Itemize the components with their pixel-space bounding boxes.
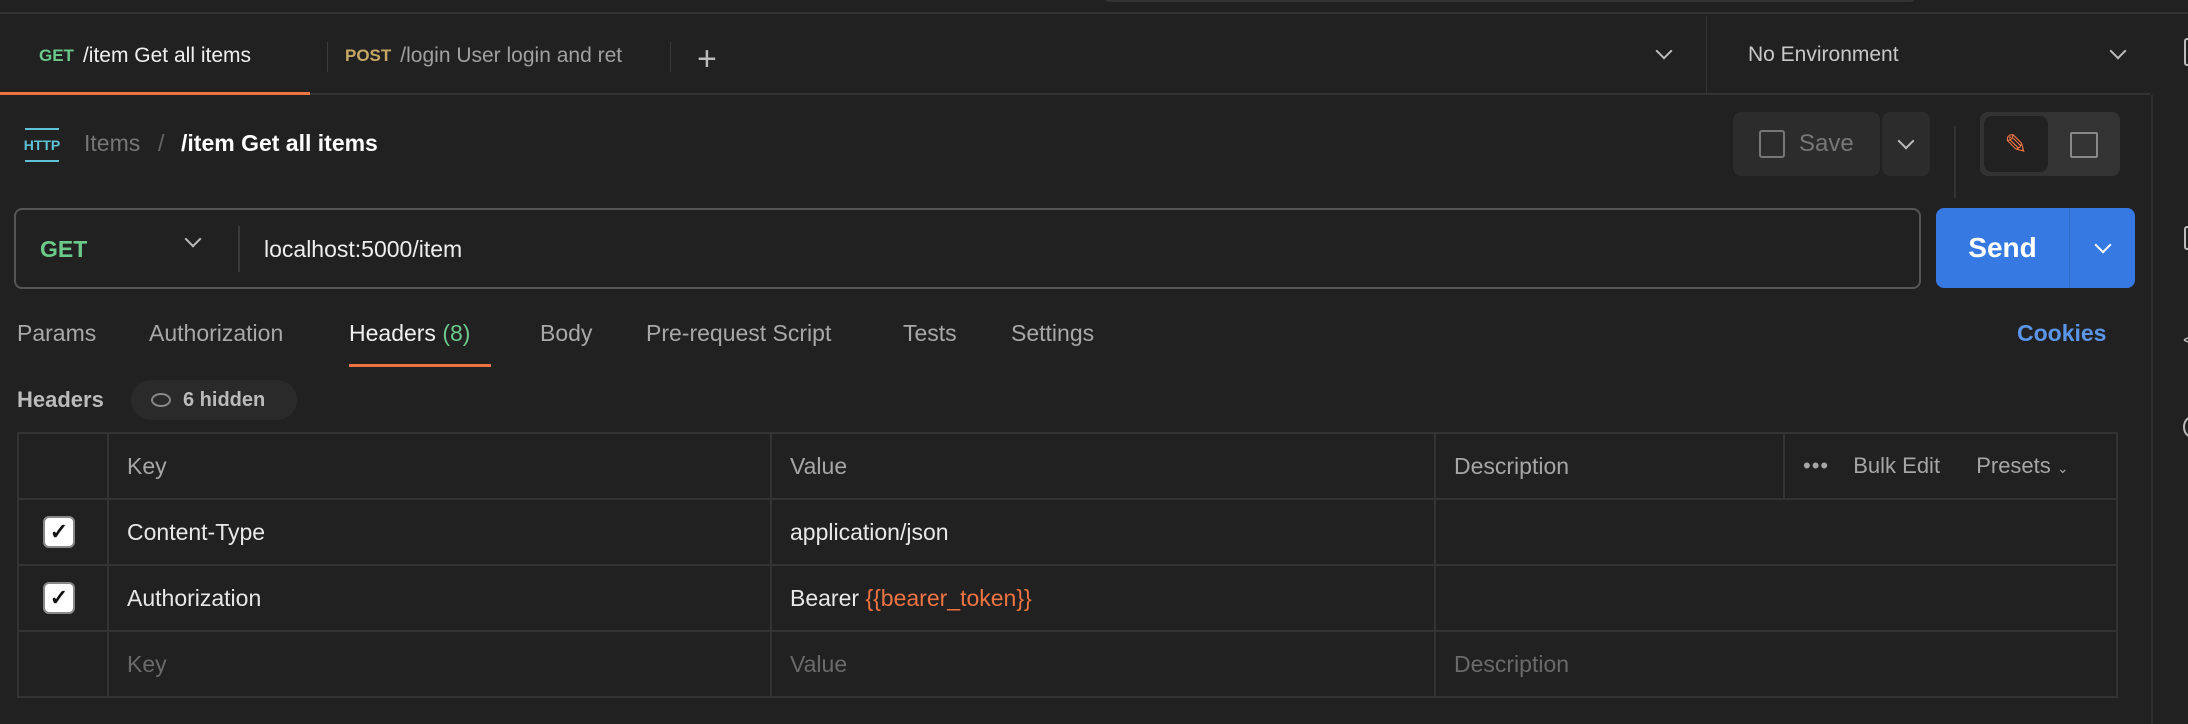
url-bar: GET localhost:5000/item xyxy=(14,208,1921,289)
tab-get-items[interactable]: GET /item Get all items xyxy=(39,16,251,95)
column-value: Value xyxy=(770,432,1436,500)
active-subtab-indicator xyxy=(349,364,491,367)
send-dropdown-chevron-icon[interactable] xyxy=(2070,208,2135,288)
tab-headers-label: Headers xyxy=(349,320,436,346)
cookies-link[interactable]: Cookies xyxy=(2017,320,2106,347)
breadcrumb-separator: / xyxy=(158,130,165,156)
eye-icon xyxy=(151,393,171,407)
row-enabled-checkbox[interactable]: ✓ xyxy=(43,516,75,548)
headers-count: (8) xyxy=(442,320,471,346)
header-key[interactable]: Authorization xyxy=(107,564,772,632)
header-value[interactable]: application/json xyxy=(770,498,1436,566)
column-key: Key xyxy=(107,432,772,500)
breadcrumb-parent[interactable]: Items xyxy=(84,130,140,157)
tabs-dropdown-chevron-icon[interactable] xyxy=(1655,42,1673,62)
save-icon xyxy=(1759,130,1785,158)
row-enabled-checkbox[interactable]: ✓ xyxy=(43,582,75,614)
tab-label: /item Get all items xyxy=(82,43,251,67)
tab-label: /login User login and ret xyxy=(400,43,623,67)
url-input[interactable]: localhost:5000/item xyxy=(264,236,462,263)
header-description[interactable] xyxy=(1434,498,2118,566)
sidebar-doc-icon[interactable] xyxy=(2184,226,2188,250)
send-button-group: Send xyxy=(1936,208,2135,288)
variable-token: {{bearer_token}} xyxy=(865,584,1032,611)
tab-settings[interactable]: Settings xyxy=(1011,320,1094,347)
tab-body[interactable]: Body xyxy=(540,320,592,347)
column-description: Description xyxy=(1434,432,1785,500)
sidebar-info-icon[interactable] xyxy=(2183,416,2188,438)
tab-method: GET xyxy=(39,45,74,65)
table-header-row: Key Value Description ••• Bulk Edit Pres… xyxy=(17,432,2118,500)
tab-params[interactable]: Params xyxy=(17,320,96,347)
tab-method: POST xyxy=(345,45,392,65)
save-dropdown-button[interactable] xyxy=(1882,112,1930,176)
tab-headers[interactable]: Headers (8) xyxy=(349,320,470,347)
http-request-icon: HTTP xyxy=(24,128,60,162)
headers-section-title: Headers xyxy=(17,387,104,412)
search-bar[interactable] xyxy=(1105,0,1915,2)
save-button[interactable]: Save xyxy=(1733,112,1880,176)
right-sidebar-border xyxy=(2151,95,2153,724)
new-description-input[interactable]: Description xyxy=(1434,630,2118,698)
send-button[interactable]: Send xyxy=(1936,208,2069,288)
tab-post-login[interactable]: POST /login User login and ret xyxy=(345,16,647,95)
title-strip xyxy=(0,0,2188,14)
sidebar-icon[interactable] xyxy=(2184,38,2188,66)
new-value-input[interactable]: Value xyxy=(770,630,1436,698)
comments-icon[interactable] xyxy=(2070,132,2098,158)
more-options-icon[interactable]: ••• xyxy=(1803,453,1829,478)
edit-pencil-icon[interactable]: ✎ xyxy=(1984,116,2048,172)
view-toggle-group: ✎ xyxy=(1980,112,2120,176)
presets-dropdown[interactable]: Presets ⌄ xyxy=(1976,453,2068,478)
headers-table: Key Value Description ••• Bulk Edit Pres… xyxy=(17,432,2118,698)
page-title: /item Get all items xyxy=(181,130,378,156)
header-description[interactable] xyxy=(1434,564,2118,632)
presets-label: Presets xyxy=(1976,453,2051,478)
sidebar-code-icon[interactable]: < xyxy=(2183,330,2188,351)
header-key[interactable]: Content-Type xyxy=(107,498,772,566)
method-chevron-icon[interactable] xyxy=(184,230,202,250)
header-value[interactable]: Bearer {{bearer_token}} xyxy=(770,564,1436,632)
tab-authorization[interactable]: Authorization xyxy=(149,320,283,347)
environment-chevron-icon[interactable] xyxy=(2109,42,2127,62)
hidden-headers-toggle[interactable]: 6 hidden xyxy=(131,380,297,420)
tab-tests[interactable]: Tests xyxy=(903,320,957,347)
table-row: ✓ Content-Type application/json xyxy=(17,498,2118,566)
request-tab-bar: GET /item Get all items POST /login User… xyxy=(0,16,2150,95)
bulk-edit-button[interactable]: Bulk Edit xyxy=(1853,453,1940,478)
new-key-input[interactable]: Key xyxy=(107,630,772,698)
hidden-count: 6 hidden xyxy=(183,388,266,411)
table-row: ✓ Authorization Bearer {{bearer_token}} xyxy=(17,564,2118,632)
table-row-new: Key Value Description xyxy=(17,630,2118,698)
environment-select[interactable]: No Environment xyxy=(1748,43,1899,67)
new-tab-plus-icon[interactable]: + xyxy=(697,40,717,79)
method-select[interactable]: GET xyxy=(40,236,87,263)
active-tab-indicator xyxy=(0,92,310,95)
tab-pre-request-script[interactable]: Pre-request Script xyxy=(646,320,831,347)
save-label: Save xyxy=(1799,130,1854,157)
